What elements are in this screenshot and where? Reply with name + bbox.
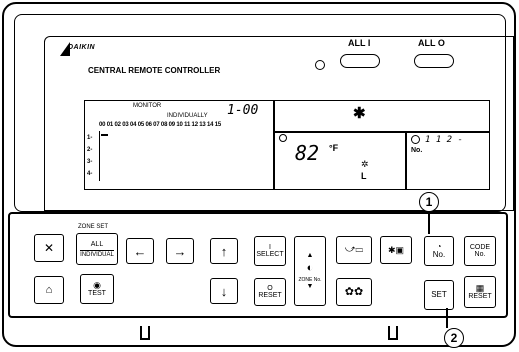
zone-no-button[interactable]: ▲ ◐ ZONE No. ▼ xyxy=(294,236,326,306)
reset-timer-button[interactable]: ▦ RESET xyxy=(464,276,496,308)
individually-label: INDIVIDUALLY xyxy=(167,113,208,119)
reset2-label: RESET xyxy=(468,293,492,300)
temp-setting-button[interactable]: ⌂ xyxy=(34,276,64,304)
forced-off-button[interactable]: ✕ xyxy=(34,234,64,262)
airflow-direction-button[interactable]: ⤻▭ xyxy=(336,236,372,264)
thermometer-icon: ◐ xyxy=(306,262,314,274)
row-label-3: 3- xyxy=(87,159,93,165)
fan-level: L xyxy=(361,171,367,181)
house-icon: ⌂ xyxy=(45,283,53,296)
callout-2-pointer xyxy=(446,308,448,328)
star-icon: ✱ xyxy=(353,105,366,122)
mount-leg-left xyxy=(140,326,150,340)
all-on-label: ALL I xyxy=(348,38,371,48)
down-arrow-icon: ↓ xyxy=(220,283,228,299)
code-label: CODE xyxy=(469,244,491,251)
down-arrow-button[interactable]: ↓ xyxy=(210,278,238,304)
select-label: SELECT xyxy=(256,251,284,258)
operation-mode-button[interactable]: ✱▣ xyxy=(380,236,412,264)
brand-logo-text: DAIKIN xyxy=(68,44,96,51)
select-mark: I xyxy=(269,244,271,251)
airflow-icon: ⤻▭ xyxy=(344,244,364,255)
row-label-4: 4- xyxy=(87,171,93,177)
code-no-label: No. xyxy=(474,251,486,258)
zone-set-label: ZONE SET xyxy=(78,224,109,230)
all-on-button[interactable] xyxy=(340,54,380,68)
zone-numbers: 00 01 02 03 04 05 06 07 08 09 10 11 12 1… xyxy=(99,122,222,128)
set-button[interactable]: SET xyxy=(424,280,454,310)
code-no-button[interactable]: CODE No. xyxy=(464,236,496,266)
individual-label: INDIVIDUAL xyxy=(80,249,114,258)
program-display: 1 1 2 - xyxy=(425,135,463,145)
set-label: SET xyxy=(431,290,447,299)
reset-button[interactable]: O RESET xyxy=(254,278,286,306)
fan-speed-button[interactable]: ✿✿ xyxy=(336,278,372,306)
zone-up-icon: ▲ xyxy=(306,252,314,259)
reset-label: RESET xyxy=(258,292,282,299)
test-label: TEST xyxy=(88,290,106,297)
row-label-1: 1- xyxy=(87,135,93,141)
calendar-icon: ▦ xyxy=(475,283,485,293)
product-title: CENTRAL REMOTE CONTROLLER xyxy=(88,66,221,75)
all-off-label: ALL O xyxy=(418,38,445,48)
test-button[interactable]: ◉ TEST xyxy=(80,274,114,304)
up-arrow-button[interactable]: ↑ xyxy=(210,238,238,264)
temperature-value: 82 xyxy=(295,141,320,165)
row-label-2: 2- xyxy=(87,147,93,153)
lcd-display: MONITOR INDIVIDUALLY 1-00 00 01 02 03 04… xyxy=(84,100,490,190)
monitor-label: MONITOR xyxy=(133,103,162,109)
callout-1-pointer xyxy=(428,212,430,234)
eye-icon: ◉ xyxy=(93,280,101,290)
temperature-unit: °F xyxy=(329,143,339,153)
forced-off-icon: ✕ xyxy=(43,241,55,255)
thermostat-icon xyxy=(279,134,287,142)
timer-no-button[interactable]: ◔ No. xyxy=(424,236,454,266)
no-label: No. xyxy=(432,250,446,259)
mode-icon: ✱▣ xyxy=(387,244,405,255)
all-individual-button[interactable]: ALL INDIVIDUAL xyxy=(76,233,118,265)
right-arrow-icon: → xyxy=(173,243,187,259)
select-button[interactable]: I SELECT xyxy=(254,236,286,266)
program-no-label: No. xyxy=(411,147,423,154)
callout-2: 2 xyxy=(444,328,464,348)
zone-down-icon: ▼ xyxy=(306,283,314,290)
group-display: 1-00 xyxy=(227,103,259,118)
fan-icon: ✲ xyxy=(361,159,369,169)
left-arrow-icon: ← xyxy=(133,243,147,259)
zone-grid xyxy=(99,131,272,181)
power-indicator-icon xyxy=(315,60,325,70)
up-arrow-icon: ↑ xyxy=(220,243,228,259)
all-off-button[interactable] xyxy=(414,54,454,68)
reset-mark: O xyxy=(267,285,273,292)
fan-speed-icon: ✿✿ xyxy=(344,285,364,298)
mount-leg-right xyxy=(388,326,398,340)
left-arrow-button[interactable]: ← xyxy=(126,238,154,264)
zone-indicator xyxy=(101,134,108,136)
right-arrow-button[interactable]: → xyxy=(166,238,194,264)
callout-1: 1 xyxy=(419,192,439,212)
timer-icon xyxy=(411,135,420,144)
all-label: ALL xyxy=(90,240,104,248)
